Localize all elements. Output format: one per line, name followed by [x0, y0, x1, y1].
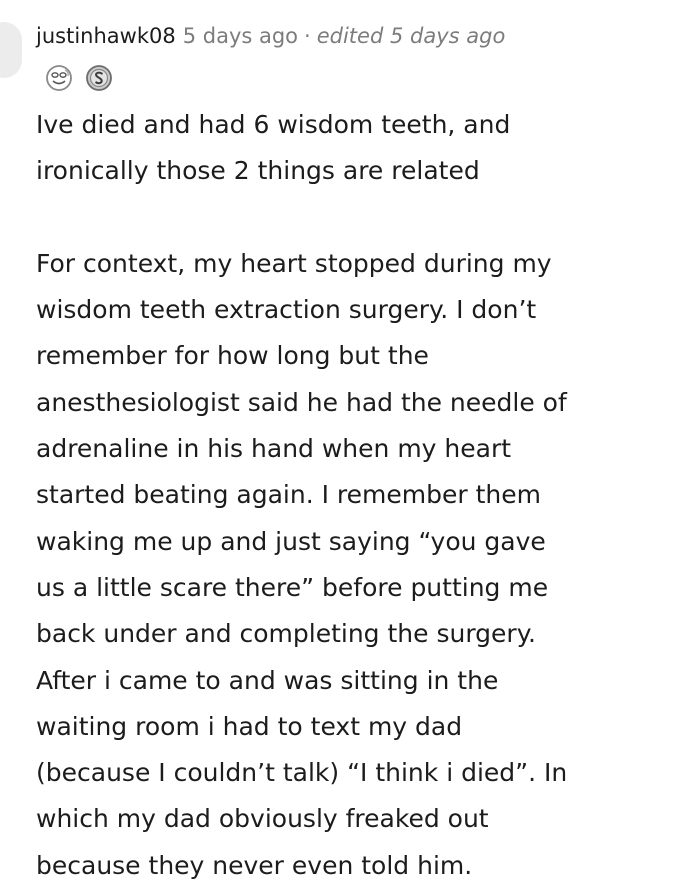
avatar[interactable]: [0, 22, 22, 78]
comment: justinhawk08 5 days ago · edited 5 days ago…: [36, 14, 686, 889]
author-link[interactable]: justinhawk08: [36, 24, 176, 48]
timestamp[interactable]: 5 days ago: [183, 24, 298, 48]
awards-row: [44, 58, 686, 98]
edited-label: edited 5 days ago: [316, 24, 506, 48]
comment-paragraph: Ive died and had 6 wisdom teeth, and iro…: [36, 110, 511, 186]
comment-paragraph: For context, my heart stopped during my …: [36, 248, 568, 880]
comment-meta: justinhawk08 5 days ago · edited 5 days ago: [36, 14, 686, 58]
silver-coin-award-icon[interactable]: [84, 63, 114, 93]
face-award-icon[interactable]: [44, 63, 74, 93]
meta-separator: ·: [304, 24, 311, 48]
comment-body: Ive died and had 6 wisdom teeth, and iro…: [36, 102, 686, 889]
